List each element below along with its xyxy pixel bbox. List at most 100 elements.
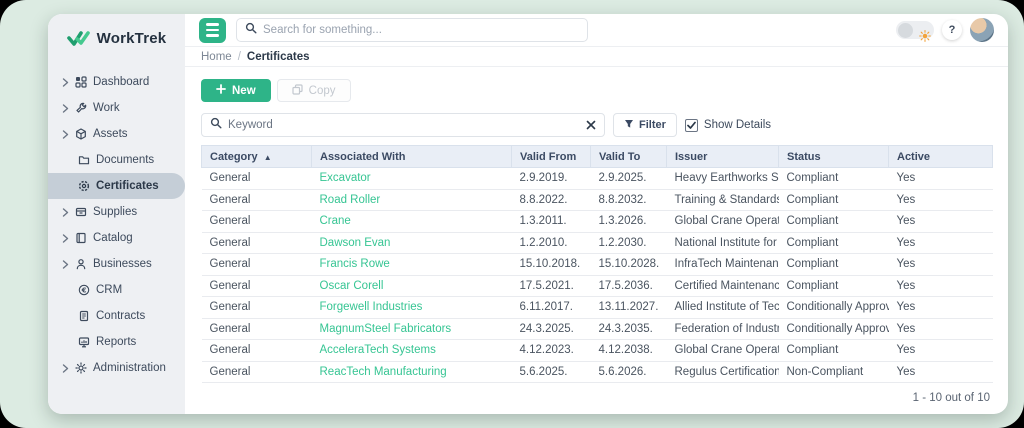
cell-category: General <box>202 189 312 211</box>
folder-icon <box>78 154 90 166</box>
cell-category: General <box>202 211 312 233</box>
chevron-right-icon <box>62 78 69 87</box>
topbar: ? <box>185 14 1008 47</box>
menu-button[interactable] <box>199 18 226 43</box>
cell-associated_with: Excavator <box>312 168 512 190</box>
associated-with-link[interactable]: Excavator <box>320 172 371 184</box>
associated-with-link[interactable]: MagnumSteel Fabricators <box>320 323 452 335</box>
cell-category: General <box>202 232 312 254</box>
cell-valid_from: 1.3.2011. <box>512 211 591 233</box>
copy-button[interactable]: Copy <box>277 79 351 102</box>
table-row[interactable]: GeneralRoad Roller8.8.2022.8.8.2032.Trai… <box>202 189 993 211</box>
table-row[interactable]: GeneralExcavator2.9.2019.2.9.2025.Heavy … <box>202 168 993 190</box>
cell-associated_with: AcceleraTech Systems <box>312 340 512 362</box>
breadcrumb-separator: / <box>238 51 241 63</box>
global-search[interactable] <box>236 18 588 42</box>
associated-with-link[interactable]: Forgewell Industries <box>320 301 423 313</box>
cell-category: General <box>202 318 312 340</box>
column-header-active[interactable]: Active <box>889 146 993 168</box>
column-header-status[interactable]: Status <box>779 146 889 168</box>
cell-status: Conditionally Approved <box>779 318 889 340</box>
cell-status: Compliant <box>779 232 889 254</box>
table-row[interactable]: GeneralFrancis Rowe15.10.2018.15.10.2028… <box>202 254 993 276</box>
column-header-valid_from[interactable]: Valid From <box>512 146 591 168</box>
cell-category: General <box>202 254 312 276</box>
cell-active: Yes <box>889 254 993 276</box>
table-row[interactable]: GeneralCrane1.3.2011.1.3.2026.Global Cra… <box>202 211 993 233</box>
sidebar-item-administration[interactable]: Administration <box>48 355 185 381</box>
associated-with-link[interactable]: Crane <box>320 215 351 227</box>
cell-category: General <box>202 297 312 319</box>
sidebar-item-contracts[interactable]: Contracts <box>48 303 185 329</box>
sidebar-item-label: CRM <box>96 284 122 296</box>
crm-euro-icon: € <box>78 284 90 296</box>
cell-issuer: Training & Standards ... <box>667 189 779 211</box>
global-search-input[interactable] <box>263 24 579 36</box>
sidebar-item-documents[interactable]: Documents <box>48 147 185 173</box>
cell-issuer: Global Crane Operator... <box>667 340 779 362</box>
associated-with-link[interactable]: Road Roller <box>320 194 381 206</box>
chevron-right-icon <box>62 364 69 373</box>
main-area: ? Home / Certificates New Copy <box>185 14 1008 414</box>
table-row[interactable]: GeneralReacTech Manufacturing5.6.2025.5.… <box>202 361 993 383</box>
breadcrumb-home[interactable]: Home <box>201 51 232 63</box>
cell-status: Compliant <box>779 189 889 211</box>
keyword-search[interactable] <box>201 113 605 137</box>
sidebar-item-catalog[interactable]: Catalog <box>48 225 185 251</box>
table-row[interactable]: GeneralAcceleraTech Systems4.12.2023.4.1… <box>202 340 993 362</box>
table-row[interactable]: GeneralMagnumSteel Fabricators24.3.2025.… <box>202 318 993 340</box>
column-header-category[interactable]: Category ▲ <box>202 146 312 168</box>
cell-valid_to: 17.5.2036. <box>591 275 667 297</box>
cell-valid_from: 2.9.2019. <box>512 168 591 190</box>
cell-valid_to: 24.3.2035. <box>591 318 667 340</box>
keyword-input[interactable] <box>228 119 580 131</box>
associated-with-link[interactable]: ReacTech Manufacturing <box>320 366 447 378</box>
app-title: WorkTrek <box>97 30 167 47</box>
reports-chart-icon <box>78 336 90 348</box>
table-row[interactable]: GeneralDawson Evan1.2.2010.1.2.2030.Nati… <box>202 232 993 254</box>
search-icon <box>210 116 222 134</box>
search-icon <box>245 21 257 39</box>
table-row[interactable]: GeneralOscar Corell17.5.2021.17.5.2036.C… <box>202 275 993 297</box>
column-header-issuer[interactable]: Issuer <box>667 146 779 168</box>
associated-with-link[interactable]: Dawson Evan <box>320 237 391 249</box>
sidebar: WorkTrek Dashboard Work AssetsDocumentsCer… <box>48 14 185 414</box>
sidebar-item-work[interactable]: Work <box>48 95 185 121</box>
sidebar-item-reports[interactable]: Reports <box>48 329 185 355</box>
filter-button[interactable]: Filter <box>613 113 677 137</box>
cell-category: General <box>202 275 312 297</box>
column-header-valid_to[interactable]: Valid To <box>591 146 667 168</box>
sidebar-item-certificates[interactable]: Certificates <box>48 173 185 199</box>
cell-associated_with: Road Roller <box>312 189 512 211</box>
sidebar-item-assets[interactable]: Assets <box>48 121 185 147</box>
copy-button-label: Copy <box>309 85 336 97</box>
cell-category: General <box>202 361 312 383</box>
cell-status: Compliant <box>779 275 889 297</box>
column-header-associated_with[interactable]: Associated With <box>312 146 512 168</box>
cell-issuer: Global Crane Operator... <box>667 211 779 233</box>
cell-issuer: Allied Institute of Tech... <box>667 297 779 319</box>
help-button[interactable]: ? <box>942 20 962 40</box>
sidebar-item-crm[interactable]: € CRM <box>48 277 185 303</box>
cell-valid_from: 5.6.2025. <box>512 361 591 383</box>
cell-active: Yes <box>889 232 993 254</box>
associated-with-link[interactable]: AcceleraTech Systems <box>320 344 436 356</box>
new-button[interactable]: New <box>201 79 271 102</box>
theme-toggle[interactable] <box>896 21 934 39</box>
cell-status: Compliant <box>779 254 889 276</box>
associated-with-link[interactable]: Oscar Corell <box>320 280 384 292</box>
sidebar-item-dashboard[interactable]: Dashboard <box>48 69 185 95</box>
sidebar-item-label: Work <box>93 102 120 114</box>
sidebar-item-label: Dashboard <box>93 76 149 88</box>
contract-doc-icon <box>78 310 90 322</box>
funnel-icon <box>624 119 634 132</box>
show-details-checkbox[interactable]: Show Details <box>685 119 771 132</box>
associated-with-link[interactable]: Francis Rowe <box>320 258 390 270</box>
cell-valid_from: 8.8.2022. <box>512 189 591 211</box>
clear-icon[interactable] <box>586 120 596 130</box>
sidebar-item-businesses[interactable]: Businesses <box>48 251 185 277</box>
avatar[interactable] <box>970 18 994 42</box>
sidebar-item-supplies[interactable]: Supplies <box>48 199 185 225</box>
table-row[interactable]: GeneralForgewell Industries6.11.2017.13.… <box>202 297 993 319</box>
checkbox[interactable] <box>685 119 698 132</box>
